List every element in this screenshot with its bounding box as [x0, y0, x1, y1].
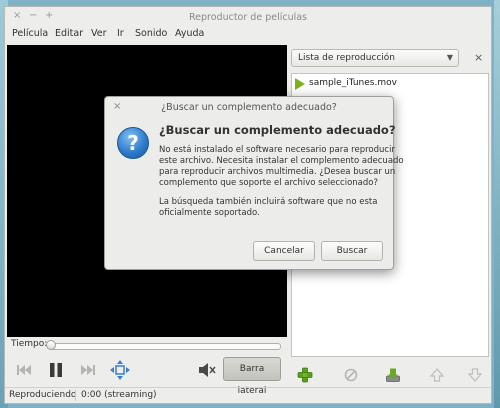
message-line: este archivo. Necesita instalar el compl…	[159, 156, 404, 166]
menu-ayuda[interactable]: Ayuda	[175, 28, 204, 39]
message-line: para reproducir archivos multimedia. ¿De…	[159, 167, 396, 177]
status-state: Reproduciendo	[9, 390, 77, 400]
sidebar-toggle-button[interactable]: Barra lateral	[223, 357, 281, 396]
status-separator	[75, 390, 76, 401]
move-down-icon[interactable]	[467, 367, 483, 383]
cancel-button[interactable]: Cancelar	[253, 241, 315, 261]
dialog-heading: ¿Buscar un complemento adecuado?	[159, 123, 396, 137]
sidebar-close-button[interactable]: ×	[474, 51, 483, 64]
playing-icon	[295, 78, 305, 90]
menu-bar: Película Editar Ver Ir Sonido Ayuda	[5, 27, 491, 43]
next-icon[interactable]	[79, 359, 97, 381]
volume-muted-icon[interactable]	[197, 359, 217, 381]
menu-pelicula[interactable]: Película	[12, 28, 48, 39]
menu-ver[interactable]: Ver	[91, 28, 107, 39]
previous-icon[interactable]	[15, 359, 33, 381]
window-title: Reproductor de películas	[189, 12, 307, 23]
title-bar: × − + Reproductor de películas	[5, 7, 491, 27]
playlist-selector[interactable]: Lista de reproducción ▼	[291, 49, 459, 67]
playlist-toolbar	[291, 363, 489, 389]
playlist-selector-label: Lista de reproducción	[298, 53, 396, 63]
plugin-search-dialog: × ¿Buscar un complemento adecuado? ? ¿Bu…	[104, 96, 404, 270]
menu-sonido[interactable]: Sonido	[135, 28, 167, 39]
remove-icon[interactable]	[343, 367, 359, 383]
message-line: No está instalado el software necesario …	[159, 145, 395, 155]
menu-editar[interactable]: Editar	[55, 28, 83, 39]
time-label: Tiempo:	[11, 339, 48, 349]
seek-slider-knob[interactable]	[46, 340, 56, 350]
pause-button[interactable]	[47, 359, 65, 381]
desktop-background-right	[494, 0, 500, 408]
dialog-message: No está instalado el software necesario …	[159, 145, 404, 219]
save-playlist-icon[interactable]	[385, 367, 401, 383]
fullscreen-icon[interactable]	[109, 359, 131, 381]
message-line: oficialmente soportado.	[159, 208, 260, 218]
move-up-icon[interactable]	[429, 367, 445, 383]
add-icon[interactable]	[297, 367, 313, 383]
status-bar: Reproduciendo 0:00 (streaming)	[5, 387, 491, 404]
playlist-item-name: sample_iTunes.mov	[309, 78, 397, 88]
text-cursor-gap	[159, 189, 387, 197]
dropdown-arrow-icon: ▼	[446, 53, 453, 62]
search-button[interactable]: Buscar	[321, 241, 383, 261]
seek-slider[interactable]	[46, 340, 281, 350]
question-icon: ?	[117, 127, 149, 159]
status-time: 0:00 (streaming)	[81, 390, 157, 400]
menu-ir[interactable]: Ir	[117, 28, 124, 39]
dialog-title: ¿Buscar un complemento adecuado?	[161, 102, 337, 113]
message-line: complemento que soporte el archivo selec…	[159, 178, 378, 188]
message-line: La búsqueda también incluirá software qu…	[159, 197, 378, 207]
